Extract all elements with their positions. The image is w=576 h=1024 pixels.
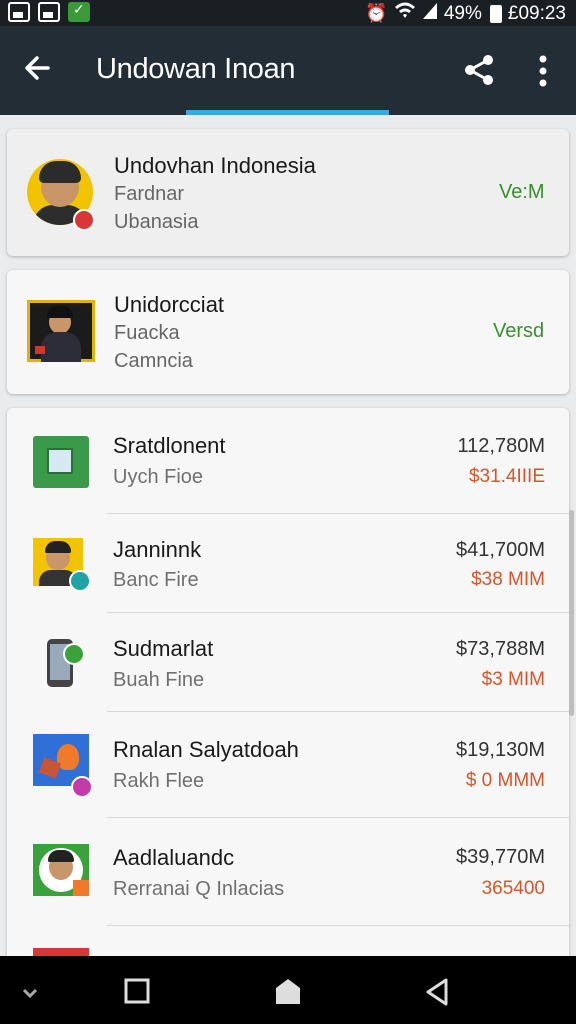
list-item-change: $31.4IIIE — [468, 466, 545, 487]
status-bar: ⏰ 49% £09:23 — [0, 0, 576, 26]
nav-back-button[interactable] — [420, 976, 460, 1008]
square-icon — [124, 978, 150, 1004]
list-item-subtitle: Buah Fine — [113, 669, 205, 691]
page-title: Undowan Inoan — [96, 53, 296, 85]
person-avatar-icon — [33, 844, 89, 896]
item-list: Sratdlonent Uych Fioe 112,780M $31.4IIIE… — [7, 408, 569, 968]
photo-icon — [8, 2, 30, 22]
list-item-title: Sratdlonent — [113, 433, 226, 458]
list-item-title: Aadlaluandc — [113, 845, 235, 870]
list-item[interactable]: Rnalan Salyatdoah Rakh Flee $19,130M $ 0… — [7, 712, 569, 818]
list-item-value: $19,130M — [456, 739, 545, 761]
card-title: Undovhan Indonesia — [114, 153, 316, 178]
profile-card[interactable]: Undovhan Indonesia Fardnar Ubanasia Ve:M — [7, 129, 569, 256]
status-badge-icon — [71, 776, 93, 798]
notification-badge-icon — [73, 209, 95, 231]
scrollbar[interactable] — [569, 510, 574, 716]
card-line-1: Fuacka — [114, 322, 180, 344]
back-button[interactable] — [18, 48, 58, 88]
alarm-icon: ⏰ — [365, 2, 388, 24]
status-badge-icon — [69, 570, 91, 592]
card-line-2: Camncia — [114, 350, 193, 372]
list-item[interactable]: Sudmarlat Buah Fine $73,788M $3 MIM — [7, 613, 569, 712]
overflow-menu-button[interactable] — [528, 52, 558, 90]
back-triangle-icon — [426, 978, 448, 1006]
share-icon — [465, 55, 493, 85]
card-line-2: Ubanasia — [114, 211, 199, 233]
image-icon — [38, 2, 60, 22]
status-badge-icon — [63, 643, 85, 665]
wifi-icon — [394, 1, 416, 26]
list-item-value: $39,770M — [456, 846, 545, 868]
list-item[interactable]: Janninnk Banc Fire $41,700M $38 MIM — [7, 514, 569, 613]
card-action-link[interactable]: Ve:M — [499, 181, 545, 204]
list-item-subtitle: Rerranai Q Inlacias — [113, 878, 285, 900]
list-item-value: $41,700M — [456, 539, 545, 561]
chevron-down-icon — [22, 988, 38, 999]
list-item-value: 112,780M — [457, 435, 545, 457]
nav-home-button[interactable] — [270, 976, 310, 1008]
list-item-change: $38 MIM — [471, 569, 545, 590]
portrait-image — [27, 300, 95, 362]
home-icon — [276, 979, 300, 1004]
list-item-title: Sudmarlat — [113, 636, 214, 661]
status-time: £09:23 — [507, 2, 566, 24]
nav-collapse-button[interactable] — [14, 976, 54, 1008]
signal-icon — [422, 2, 438, 26]
checkmark-app-icon — [68, 2, 90, 22]
battery-percent: 49% — [443, 2, 482, 24]
list-item-change: $ 0 MMM — [465, 770, 545, 791]
app-bar: Undowan Inoan — [0, 26, 576, 115]
profile-card[interactable]: Unidorcciat Fuacka Camncia Versd — [7, 270, 569, 394]
list-item[interactable]: Aadlaluandc Rerranai Q Inlacias $39,770M… — [7, 818, 569, 926]
nav-recents-button[interactable] — [120, 976, 160, 1008]
tablet-image-icon — [33, 436, 89, 488]
tab-indicator — [186, 110, 389, 115]
list-item-subtitle: Rakh Flee — [113, 770, 205, 792]
list-item-value: $73,788M — [456, 638, 545, 660]
share-button[interactable] — [460, 50, 500, 90]
list-item-change: $3 MIM — [481, 669, 545, 690]
list-item-title: Janninnk — [113, 537, 202, 562]
list-item-change: 365400 — [481, 878, 545, 899]
list-item-subtitle: Banc Fire — [113, 569, 199, 591]
card-title: Unidorcciat — [114, 292, 225, 317]
battery-icon — [489, 4, 502, 23]
card-action-link[interactable]: Versd — [493, 320, 544, 343]
card-line-1: Fardnar — [114, 183, 185, 205]
navigation-bar — [0, 956, 576, 1024]
arrow-left-icon — [25, 56, 50, 80]
list-item-subtitle: Uych Fioe — [113, 466, 204, 488]
list-item-title: Rnalan Salyatdoah — [113, 737, 299, 762]
more-vertical-icon — [539, 55, 547, 87]
list-item[interactable]: Sratdlonent Uych Fioe 112,780M $31.4IIIE — [7, 408, 569, 514]
